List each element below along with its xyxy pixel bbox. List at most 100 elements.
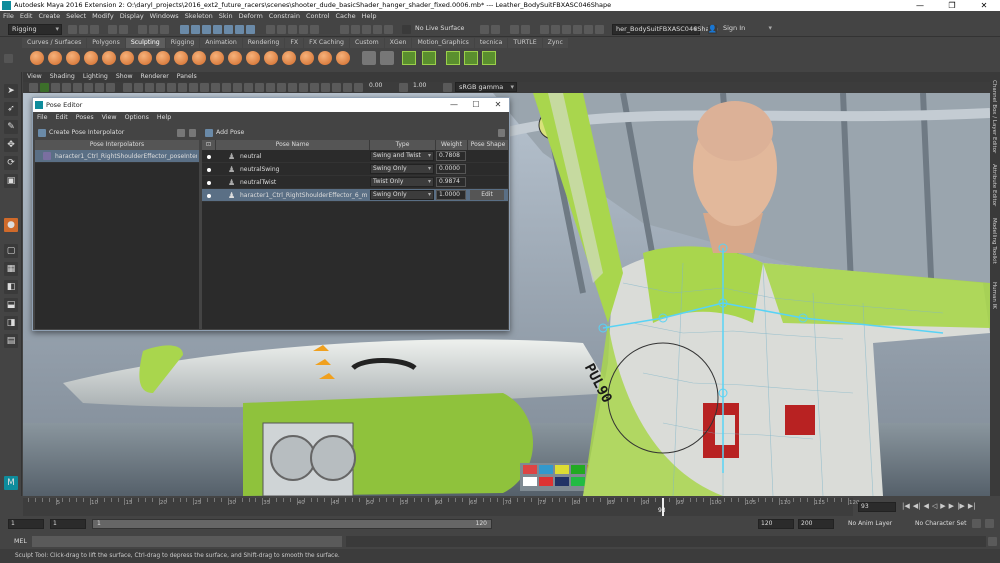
shelf-tab-zync[interactable]: Zync xyxy=(542,38,568,48)
menu-skin[interactable]: Skin xyxy=(216,11,236,22)
shelf-tab-xgen[interactable]: XGen xyxy=(384,38,412,48)
convert-to-frozen-icon[interactable] xyxy=(362,51,376,65)
selection-mask-render-icon[interactable] xyxy=(246,25,255,34)
lasso-tool-icon[interactable]: ➶ xyxy=(4,102,18,116)
create-interpolator-icon[interactable] xyxy=(38,129,46,137)
hud-icon[interactable] xyxy=(299,83,308,92)
script-editor-icon[interactable] xyxy=(988,537,997,546)
pe-menu-poses[interactable]: Poses xyxy=(72,112,98,123)
snap-grid-icon[interactable] xyxy=(266,25,275,34)
camera-attributes-icon[interactable] xyxy=(40,83,49,92)
menu-windows[interactable]: Windows xyxy=(147,11,182,22)
character-set-dropdown[interactable]: No Character Set xyxy=(915,520,966,527)
tab-human-ik[interactable]: Human IK xyxy=(991,282,997,309)
knife-brush-icon[interactable] xyxy=(264,51,278,65)
freeze-brush-icon[interactable] xyxy=(336,51,350,65)
table-row[interactable]: ♟ neutralSwing Swing Only 0.0000 xyxy=(202,163,508,176)
delete-pose-icon[interactable] xyxy=(498,129,505,137)
motion-blur-icon[interactable] xyxy=(200,83,209,92)
pose-type-dropdown[interactable]: Twist Only xyxy=(370,177,434,187)
shelf-tab-fx[interactable]: FX xyxy=(285,38,304,48)
column-type[interactable]: Type xyxy=(370,140,436,150)
pe-menu-options[interactable]: Options xyxy=(121,112,153,123)
pose-enabled-dot[interactable] xyxy=(207,181,211,185)
pinch-brush-icon[interactable] xyxy=(102,51,116,65)
exposure-field[interactable]: 0.00 xyxy=(367,82,397,92)
table-row[interactable]: ♟ neutralTwist Twist Only 0.9874 xyxy=(202,176,508,189)
go-to-start-icon[interactable]: |◀ xyxy=(902,502,910,510)
sidebar-toggle-icon[interactable] xyxy=(540,25,549,34)
shape-editor-icon[interactable] xyxy=(446,51,460,65)
sign-in-dropdown[interactable]: Sign In xyxy=(720,24,774,35)
wax-brush-icon[interactable] xyxy=(210,51,224,65)
gate-mask-icon[interactable] xyxy=(106,83,115,92)
xray-icon[interactable] xyxy=(244,83,253,92)
menuset-dropdown[interactable]: Rigging xyxy=(8,24,62,35)
camera-select-icon[interactable] xyxy=(29,83,38,92)
go-to-end-icon[interactable]: ▶| xyxy=(968,502,976,510)
pose-editor-title-bar[interactable]: Pose Editor — ☐ ✕ xyxy=(33,98,509,112)
vp-menu-shading[interactable]: Shading xyxy=(46,72,79,82)
add-pose-icon[interactable] xyxy=(205,129,213,137)
vp-menu-lighting[interactable]: Lighting xyxy=(79,72,112,82)
repeat-brush-icon[interactable] xyxy=(174,51,188,65)
add-target-icon[interactable] xyxy=(464,51,478,65)
menu-deform[interactable]: Deform xyxy=(236,11,266,22)
shelf-tab-custom[interactable]: Custom xyxy=(349,38,384,48)
smear-brush-icon[interactable] xyxy=(282,51,296,65)
color-space-dropdown[interactable]: sRGB gamma xyxy=(455,82,517,92)
input-line-icon[interactable] xyxy=(510,25,519,34)
shelf-tab-curves-surfaces[interactable]: Curves / Surfaces xyxy=(22,38,87,48)
pose-weight-field[interactable]: 0.7808 xyxy=(436,151,466,161)
flatten-brush-icon[interactable] xyxy=(120,51,134,65)
column-pose-name[interactable]: Pose Name xyxy=(216,140,370,150)
menu-select[interactable]: Select xyxy=(63,11,89,22)
pe-menu-view[interactable]: View xyxy=(98,112,121,123)
range-bar[interactable]: 1 120 xyxy=(92,519,492,529)
minimize-button[interactable]: — xyxy=(904,0,936,11)
pose-enabled-dot[interactable] xyxy=(207,194,211,198)
bookmark-icon[interactable] xyxy=(51,83,60,92)
depth-of-field-icon[interactable] xyxy=(222,83,231,92)
use-lights-icon[interactable] xyxy=(167,83,176,92)
menu-display[interactable]: Display xyxy=(117,11,147,22)
anim-layer-dropdown[interactable]: No Anim Layer xyxy=(848,520,892,527)
imprint-brush-icon[interactable] xyxy=(192,51,206,65)
shelf-tab-rendering[interactable]: Rendering xyxy=(242,38,285,48)
blend-shape-icon[interactable] xyxy=(402,51,416,65)
pose-editor-icon[interactable] xyxy=(422,51,436,65)
tab-modelling-toolkit[interactable]: Modelling Toolkit xyxy=(991,218,997,264)
modelling-toolkit-icon[interactable] xyxy=(584,25,593,34)
color-management-icon[interactable] xyxy=(443,83,452,92)
menu-file[interactable]: File xyxy=(0,11,17,22)
smooth-brush-icon[interactable] xyxy=(48,51,62,65)
resolution-gate-icon[interactable] xyxy=(95,83,104,92)
persp-outliner-layout-icon[interactable]: ◧ xyxy=(4,280,18,294)
vp-menu-view[interactable]: View xyxy=(23,72,46,82)
add-pose-icon[interactable] xyxy=(482,51,496,65)
channel-box-icon[interactable] xyxy=(573,25,582,34)
ambient-occlusion-icon[interactable] xyxy=(189,83,198,92)
uv-layout-icon[interactable]: ▤ xyxy=(4,334,18,348)
pose-type-dropdown[interactable]: Swing Only xyxy=(370,190,434,200)
live-surface-label[interactable]: No Live Surface xyxy=(415,25,464,32)
shelf-tab-polygons[interactable]: Polygons xyxy=(87,38,125,48)
spray-brush-icon[interactable] xyxy=(156,51,170,65)
high-quality-icon[interactable] xyxy=(288,83,297,92)
pe-menu-help[interactable]: Help xyxy=(153,112,175,123)
bulge-brush-icon[interactable] xyxy=(300,51,314,65)
playback-start-field[interactable]: 1 xyxy=(50,519,86,529)
redo-icon[interactable] xyxy=(119,25,128,34)
menu-constrain[interactable]: Constrain xyxy=(266,11,303,22)
textured-icon[interactable] xyxy=(156,83,165,92)
play-forward-icon[interactable]: ▶ xyxy=(940,502,945,510)
image-plane-icon[interactable] xyxy=(62,83,71,92)
menu-control[interactable]: Control xyxy=(303,11,333,22)
select-hierarchy-icon[interactable] xyxy=(138,25,147,34)
move-tool-icon[interactable]: ✥ xyxy=(4,138,18,152)
vp-menu-show[interactable]: Show xyxy=(112,72,137,82)
sculpt-tool-icon[interactable]: ● xyxy=(4,218,18,232)
xray-joints-icon[interactable] xyxy=(255,83,264,92)
selection-highlight-icon[interactable] xyxy=(332,83,341,92)
amplify-brush-icon[interactable] xyxy=(318,51,332,65)
